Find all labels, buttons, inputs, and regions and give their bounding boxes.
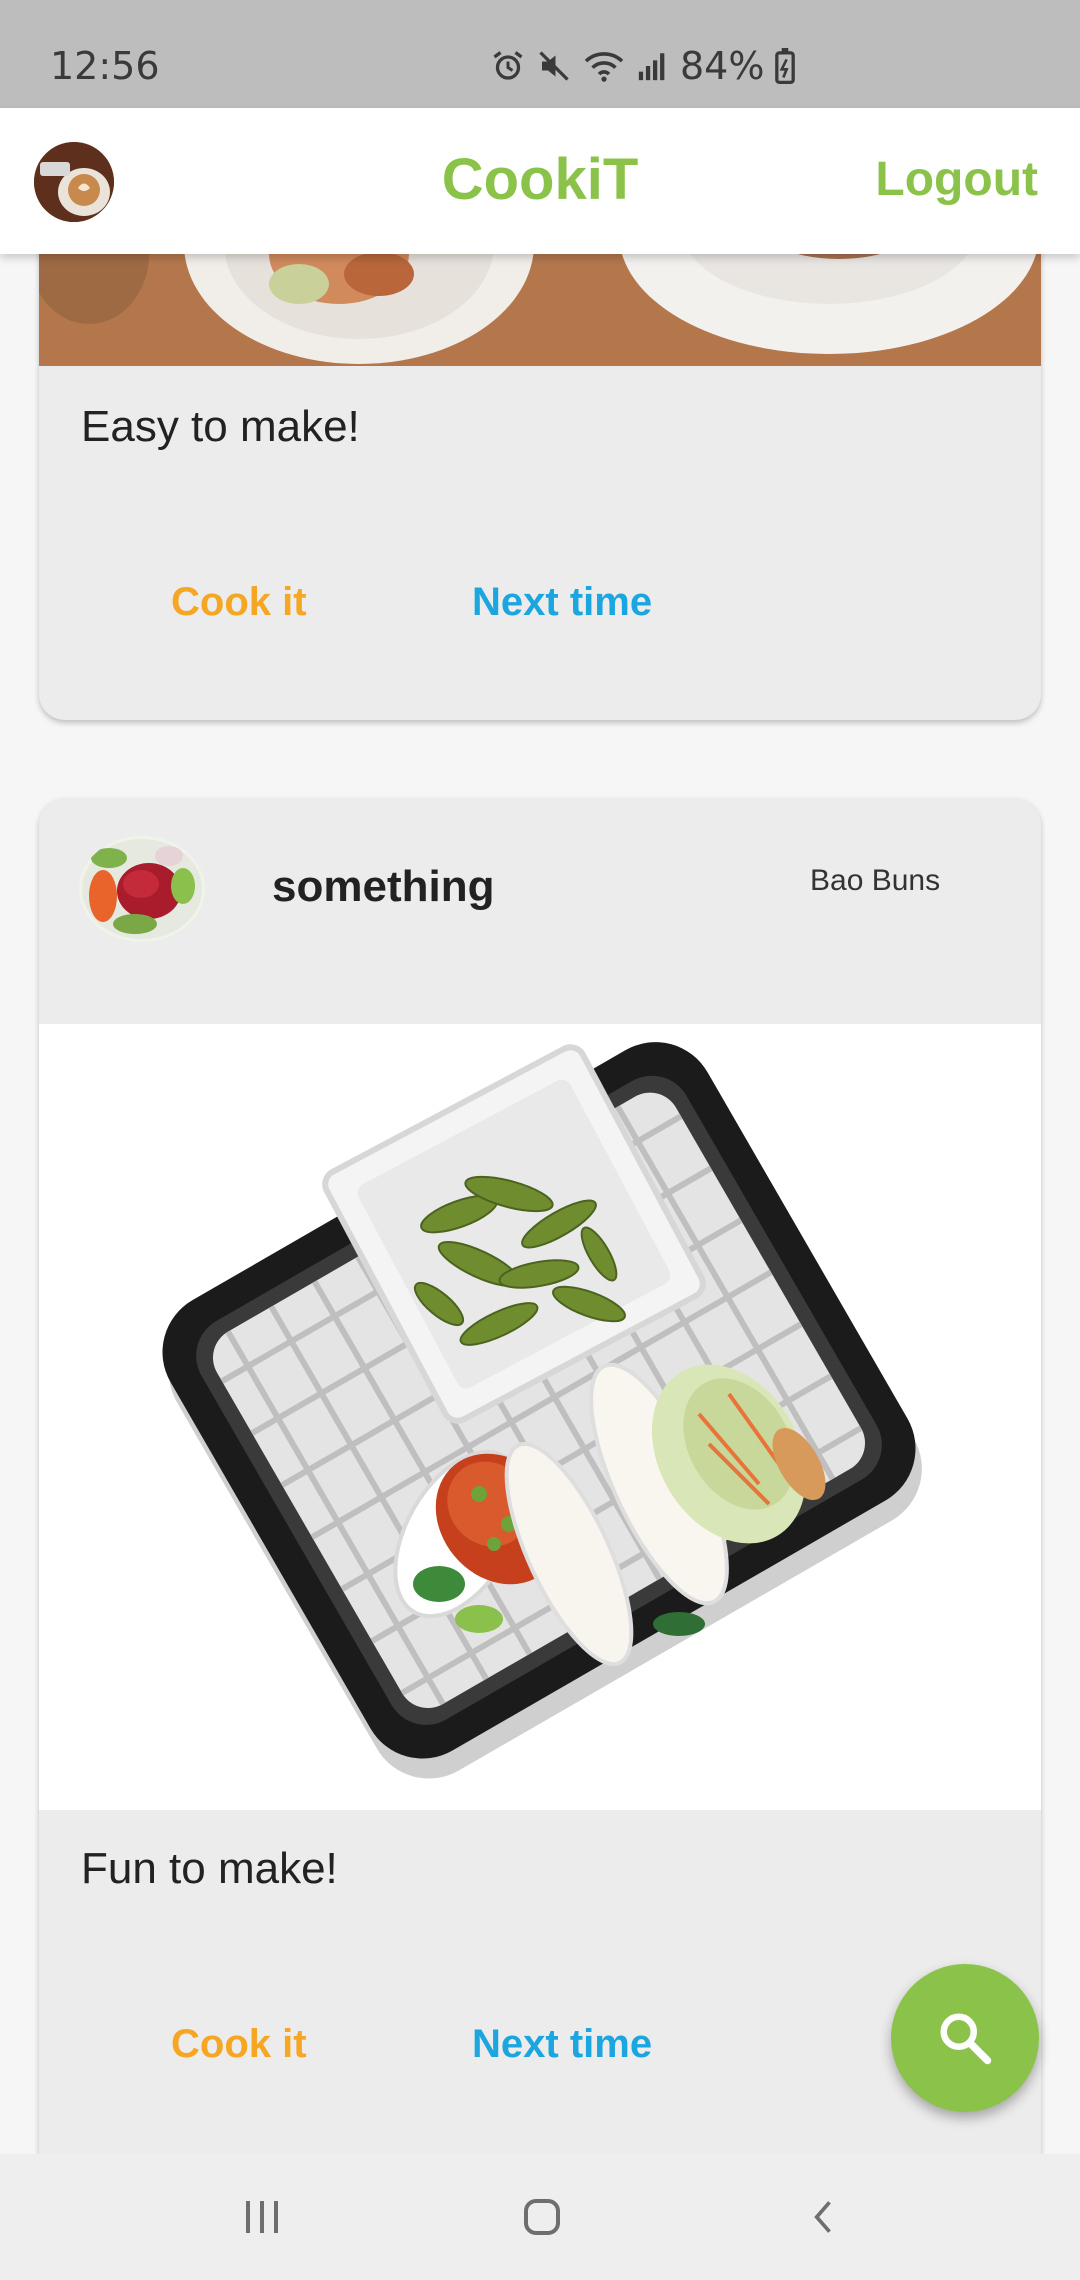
- recent-apps-icon: [246, 2201, 278, 2233]
- cook-it-button[interactable]: Cook it: [171, 580, 307, 625]
- mute-icon: [539, 51, 569, 81]
- back-button[interactable]: [784, 2184, 864, 2250]
- back-icon: [814, 2201, 831, 2233]
- recipe-name: Bao Buns: [810, 864, 941, 897]
- post-image: [39, 1024, 1041, 1810]
- status-time: 12:56: [50, 44, 160, 88]
- post-header: something Bao Buns: [39, 798, 1041, 1024]
- next-time-button[interactable]: Next time: [472, 2022, 652, 2067]
- alarm-icon: [493, 51, 523, 80]
- post-image: [39, 254, 1041, 366]
- status-bar: 12:56 84%: [0, 0, 1080, 108]
- signal-icon: [638, 53, 665, 81]
- next-time-button[interactable]: Next time: [472, 580, 652, 625]
- recent-apps-button[interactable]: [222, 2184, 302, 2250]
- post-card: something Bao Buns Fun to make! Cook it …: [39, 798, 1041, 2154]
- post-actions: Cook it Next time: [39, 562, 1041, 642]
- status-icons: 84%: [490, 44, 796, 88]
- home-icon: [524, 2199, 560, 2235]
- app-bar: CookiT Logout: [0, 108, 1080, 254]
- post-feed[interactable]: Easy to make! Cook it Next time somethin…: [0, 254, 1080, 2154]
- post-card: Easy to make! Cook it Next time: [39, 254, 1041, 720]
- logout-button[interactable]: Logout: [875, 152, 1038, 207]
- cook-it-button[interactable]: Cook it: [171, 2022, 307, 2067]
- battery-icon: [775, 48, 796, 84]
- wifi-icon: [584, 52, 624, 82]
- search-fab[interactable]: [891, 1964, 1039, 2112]
- post-description: Fun to make!: [81, 1844, 338, 1893]
- search-icon: [940, 2013, 992, 2065]
- user-avatar[interactable]: [79, 836, 205, 942]
- post-description: Easy to make!: [81, 402, 360, 451]
- battery-percent: 84%: [680, 44, 765, 88]
- system-nav-bar: [0, 2154, 1080, 2280]
- home-button[interactable]: [502, 2184, 582, 2250]
- post-username[interactable]: something: [272, 862, 494, 912]
